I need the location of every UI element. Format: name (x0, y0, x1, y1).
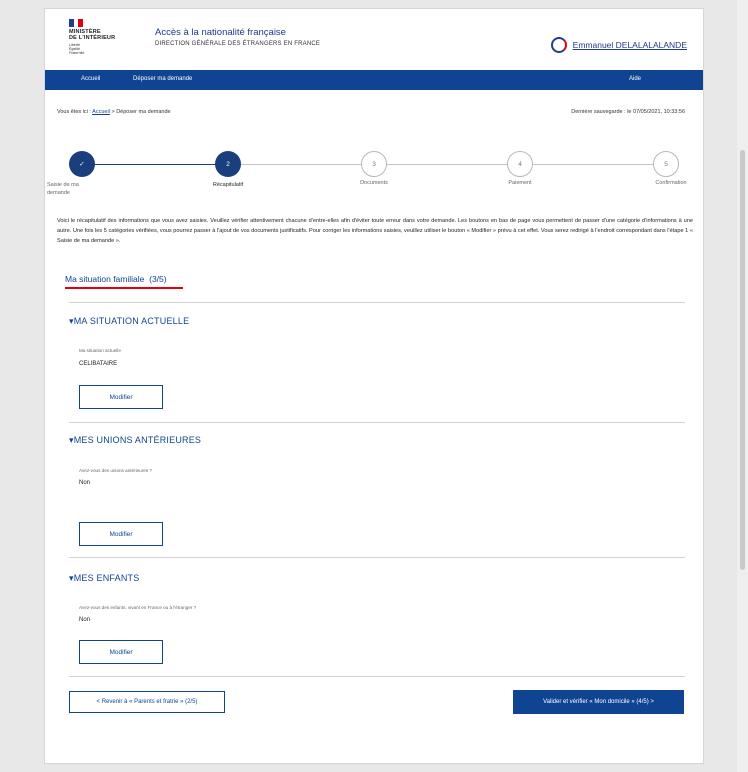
nav-help[interactable]: Aide (629, 76, 641, 82)
user-account[interactable]: Emmanuel DELALALALANDE (550, 37, 687, 53)
field-value-children: Non (79, 617, 91, 623)
logo-motto: Liberté Égalité Fraternité (69, 43, 85, 56)
user-name-link[interactable]: Emmanuel DELALALALANDE (573, 40, 687, 50)
block-heading-children[interactable]: ▾MES ENFANTS (69, 573, 139, 584)
next-category-button[interactable]: Valider et vérifier « Mon domicile » (4/… (513, 690, 684, 714)
section-title: Ma situation familiale (3/5) (65, 274, 167, 284)
logo-line-2: DE L'INTÉRIEUR (69, 35, 116, 41)
step-3-circle: 3 (361, 151, 387, 177)
nav-home[interactable]: Accueil (81, 76, 100, 82)
block-heading-current-situation[interactable]: ▾MA SITUATION ACTUELLE (69, 316, 189, 327)
field-label-children: Avez-vous des enfants, vivant en France … (79, 605, 197, 610)
breadcrumb-home-link[interactable]: Accueil (92, 109, 110, 115)
browser-page: MINISTÈRE DE L'INTÉRIEUR Liberté Égalité… (44, 8, 704, 764)
field-value-previous-unions: Non (79, 480, 91, 486)
step-2-circle: 2 (215, 151, 241, 177)
step-4-circle: 4 (507, 151, 533, 177)
step-1-label: Saisie de ma demande (47, 182, 79, 196)
stepper-line-3 (374, 164, 520, 165)
main-navbar: Accueil Déposer ma demande Aide (45, 70, 703, 90)
divider (69, 676, 685, 677)
french-flag-icon (69, 19, 84, 27)
site-title[interactable]: Accès à la nationalité française (155, 27, 286, 38)
stepper-line-2 (228, 164, 374, 165)
step-3-label: Documents (360, 180, 388, 186)
breadcrumb: Vous êtes ici : Accueil > Déposer ma dem… (57, 109, 171, 115)
divider (69, 302, 685, 303)
block-heading-previous-unions[interactable]: ▾MES UNIONS ANTÉRIEURES (69, 435, 201, 446)
step-5-label: Confirmation (655, 180, 687, 186)
field-value-current-situation: CELIBATAIRE (79, 361, 118, 367)
field-label-previous-unions: Avez-vous des unions antérieures ? (79, 468, 152, 473)
ministry-logo[interactable]: MINISTÈRE DE L'INTÉRIEUR Liberté Égalité… (69, 19, 139, 63)
step-4-label: Paiement (508, 180, 532, 186)
field-label-current-situation: Ma situation actuelle (79, 348, 121, 353)
last-saved-timestamp: Dernière sauvegarde : le 07/05/2021, 10:… (571, 109, 685, 115)
nav-submit-request[interactable]: Déposer ma demande (133, 76, 192, 82)
divider (69, 422, 685, 423)
modify-current-situation-button[interactable]: Modifier (79, 385, 163, 409)
modify-children-button[interactable]: Modifier (79, 640, 163, 664)
previous-category-button[interactable]: < Revenir à « Parents et fratrie » (2/5) (69, 691, 225, 713)
stepper-line-4 (520, 164, 666, 165)
stepper-line-1 (82, 164, 228, 165)
divider (69, 557, 685, 558)
page-scrollbar-thumb[interactable] (740, 150, 745, 570)
step-5-circle: 5 (653, 151, 679, 177)
intro-text: Voici le récapitulatif des informations … (57, 218, 693, 244)
step-1-check-icon: ✓ (69, 151, 95, 177)
site-subtitle: DIRECTION GÉNÉRALE DES ÉTRANGERS EN FRAN… (155, 41, 321, 47)
section-underline (65, 287, 183, 289)
user-icon (550, 37, 567, 53)
site-header: MINISTÈRE DE L'INTÉRIEUR Liberté Égalité… (45, 9, 703, 69)
modify-previous-unions-button[interactable]: Modifier (79, 522, 163, 546)
step-2-label: Récapitulatif (212, 182, 244, 188)
section-progress: (3/5) (149, 274, 167, 284)
breadcrumb-current: Déposer ma demande (116, 109, 171, 115)
